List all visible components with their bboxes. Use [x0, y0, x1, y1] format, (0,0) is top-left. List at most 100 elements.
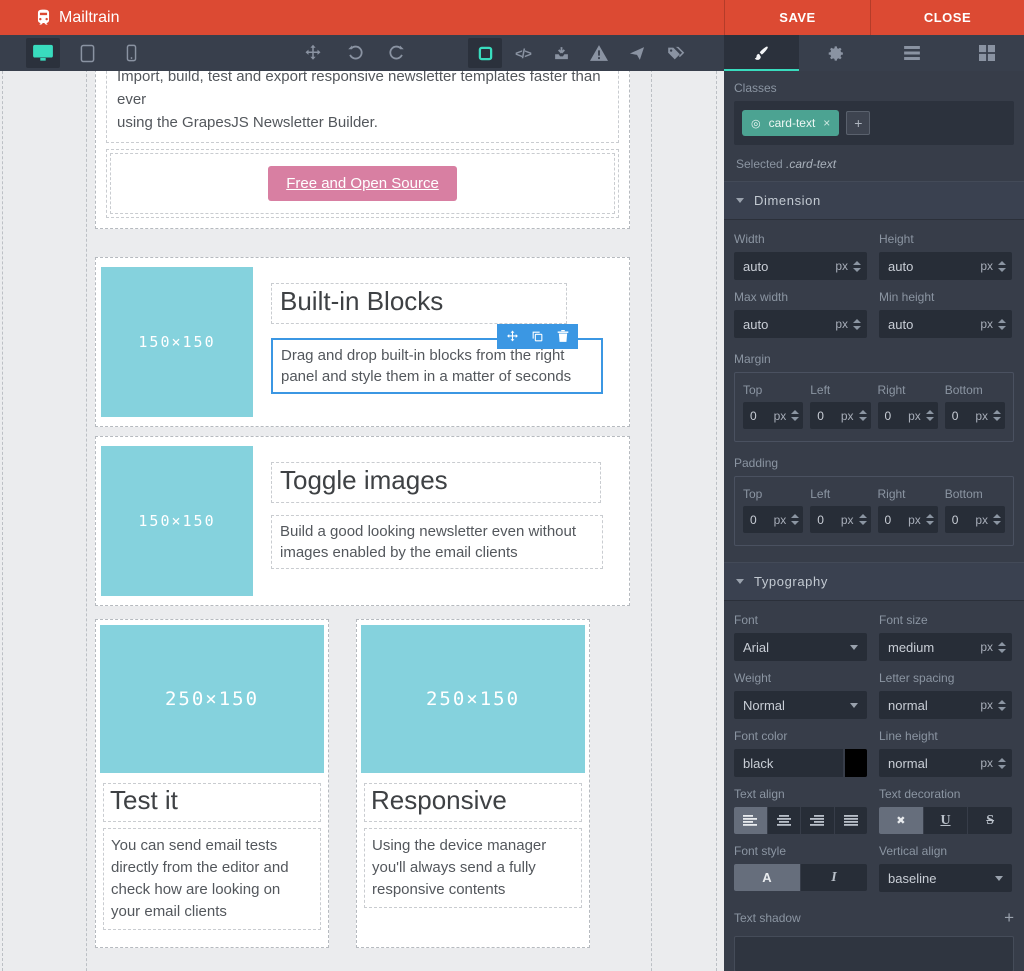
redo-icon[interactable] — [380, 38, 414, 68]
font-select[interactable]: Arial — [734, 633, 867, 661]
underline-icon[interactable]: U — [924, 807, 969, 834]
max-width-stepper[interactable] — [853, 319, 861, 330]
move-icon[interactable] — [296, 38, 330, 68]
responsive-card[interactable]: 250×150 Responsive Using the device mana… — [356, 619, 590, 948]
height-stepper[interactable] — [998, 261, 1006, 272]
test-it-card[interactable]: 250×150 Test it You can send email tests… — [95, 619, 329, 948]
add-text-shadow-button[interactable]: + — [1004, 908, 1014, 928]
padding-left-input[interactable]: 0 px — [810, 506, 870, 533]
class-tag-card-text[interactable]: ◎ card-text × — [742, 110, 839, 136]
add-class-button[interactable]: + — [846, 111, 870, 135]
decoration-none-icon[interactable]: ✖ — [879, 807, 924, 834]
remove-class-icon[interactable]: × — [823, 116, 830, 130]
delete-component-icon[interactable] — [551, 324, 574, 349]
builtin-blocks-title[interactable]: Built-in Blocks — [271, 283, 567, 324]
padding-bottom-field: Bottom 0 px — [945, 487, 1005, 533]
close-button[interactable]: CLOSE — [870, 0, 1024, 35]
import-icon[interactable] — [544, 38, 578, 68]
width-stepper[interactable] — [853, 261, 861, 272]
height-input[interactable]: auto px — [879, 252, 1012, 280]
view-code-icon[interactable]: </> — [506, 38, 540, 68]
responsive-text[interactable]: Using the device manager you'll always s… — [364, 828, 582, 908]
placeholder-image-250[interactable]: 250×150 — [361, 625, 585, 773]
field-min-height: Min height auto px — [879, 290, 1012, 338]
field-height: Height auto px — [879, 232, 1012, 280]
align-justify-icon[interactable] — [835, 807, 868, 834]
device-mobile-icon[interactable] — [114, 38, 148, 68]
device-tablet-icon[interactable] — [70, 38, 104, 68]
test-it-text[interactable]: You can send email tests directly from t… — [103, 828, 321, 930]
text-shadow-header: Text shadow + — [724, 896, 1024, 934]
open-source-button[interactable]: Free and Open Source — [268, 166, 457, 201]
field-width: Width auto px — [734, 232, 867, 280]
margin-bottom-input[interactable]: 0 px — [945, 402, 1005, 429]
width-input[interactable]: auto px — [734, 252, 867, 280]
align-right-icon[interactable] — [801, 807, 835, 834]
save-button[interactable]: SAVE — [724, 0, 870, 35]
max-width-input[interactable]: auto px — [734, 310, 867, 338]
padding-right-input[interactable]: 0 px — [878, 506, 938, 533]
align-center-icon[interactable] — [768, 807, 802, 834]
weight-select[interactable]: Normal — [734, 691, 867, 719]
move-component-icon[interactable] — [501, 324, 524, 349]
tab-layers[interactable] — [874, 35, 949, 71]
margin-bottom-field: Bottom 0 px — [945, 383, 1005, 429]
device-desktop-icon[interactable] — [26, 38, 60, 68]
chevron-down-icon — [850, 645, 858, 650]
show-borders-icon[interactable] — [468, 38, 502, 68]
bold-icon[interactable]: A — [734, 864, 801, 891]
section-dimension[interactable]: Dimension — [724, 181, 1024, 220]
toggle-images-card[interactable]: 150×150 Toggle images Build a good looki… — [95, 436, 630, 606]
margin-right-input[interactable]: 0 px — [878, 402, 938, 429]
responsive-title[interactable]: Responsive — [364, 783, 582, 822]
padding-bottom-input[interactable]: 0 px — [945, 506, 1005, 533]
field-font-size: Font size medium px — [879, 613, 1012, 661]
tab-blocks[interactable] — [949, 35, 1024, 71]
letter-spacing-input[interactable]: normal px — [879, 691, 1012, 719]
margin-left-input[interactable]: 0 px — [810, 402, 870, 429]
margin-top-input[interactable]: 0 px — [743, 402, 803, 429]
line-height-input[interactable]: normal px — [879, 749, 1012, 777]
body-guide-right — [716, 71, 717, 971]
color-swatch[interactable] — [843, 749, 867, 777]
italic-icon[interactable]: I — [801, 864, 867, 891]
footer-spacer — [95, 948, 630, 971]
vertical-align-select[interactable]: baseline — [879, 864, 1012, 892]
classes-label: Classes — [734, 81, 1014, 95]
padding-top-input[interactable]: 0 px — [743, 506, 803, 533]
font-color-input[interactable]: black — [734, 749, 867, 777]
send-test-icon[interactable] — [620, 38, 654, 68]
toggle-images-title[interactable]: Toggle images — [271, 462, 601, 503]
font-size-input[interactable]: medium px — [879, 633, 1012, 661]
brand-name: Mailtrain — [59, 9, 119, 27]
placeholder-image-150[interactable]: 150×150 — [101, 267, 253, 417]
min-height-input[interactable]: auto px — [879, 310, 1012, 338]
section-typography[interactable]: Typography — [724, 562, 1024, 601]
placeholder-image-150[interactable]: 150×150 — [101, 446, 253, 596]
copy-component-icon[interactable] — [526, 324, 549, 349]
test-it-title[interactable]: Test it — [103, 783, 321, 822]
two-column-row: 250×150 Test it You can send email tests… — [95, 619, 630, 948]
builtin-blocks-card[interactable]: 150×150 Built-in Blocks Drag and drop bu… — [95, 257, 630, 427]
undo-icon[interactable] — [338, 38, 372, 68]
warning-icon[interactable] — [582, 38, 616, 68]
target-icon[interactable]: ◎ — [751, 117, 761, 130]
align-left-icon[interactable] — [734, 807, 768, 834]
min-height-stepper[interactable] — [998, 319, 1006, 330]
app-header: Mailtrain SAVE CLOSE — [0, 0, 1024, 35]
placeholder-image-250[interactable]: 250×150 — [100, 625, 324, 773]
padding-right-field: Right 0 px — [878, 487, 938, 533]
chevron-down-icon — [736, 579, 744, 584]
train-logo-icon — [34, 8, 53, 27]
intro-section[interactable]: Import, build, test and export responsiv… — [95, 71, 630, 229]
toggle-images-text[interactable]: Build a good looking newsletter even wit… — [271, 515, 603, 569]
style-manager-panel: Classes ◎ card-text × + Selected .card-t… — [724, 71, 1024, 971]
tab-style-manager[interactable] — [724, 35, 799, 71]
field-font-style: Font style A I — [734, 844, 867, 892]
button-cell[interactable]: Free and Open Source — [106, 149, 619, 218]
tags-icon[interactable] — [658, 38, 692, 68]
strikethrough-icon[interactable]: S — [968, 807, 1012, 834]
history-tools — [296, 38, 414, 68]
tab-settings[interactable] — [799, 35, 874, 71]
intro-text[interactable]: Import, build, test and export responsiv… — [106, 71, 619, 143]
